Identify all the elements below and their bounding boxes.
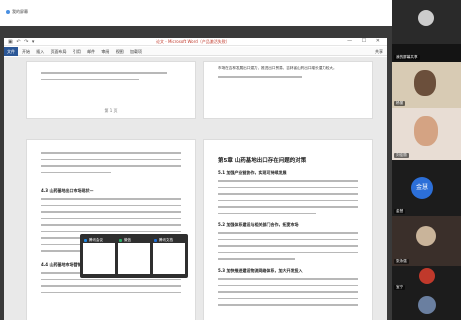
file-tab[interactable]: 文件	[4, 47, 18, 56]
document-title: 论文 - Microsoft Word（产品激活失败）	[156, 39, 230, 44]
wechat-app-icon	[119, 238, 122, 242]
avatar	[419, 268, 435, 284]
quick-access-toolbar[interactable]: ▣ ↶ ↷ ▾	[8, 39, 35, 45]
page-bottom-left: 4.3 山药基地出口市场现状— 4.4 山药基地市场营销现状	[26, 139, 196, 320]
participant-name: 杨丽	[394, 101, 406, 106]
participants-panel: 我的屏幕共享 杨丽 刘佳丽 金慧 金慧 张永强 宝宁	[392, 0, 461, 320]
tab-mailings[interactable]: 邮件	[87, 49, 95, 54]
tab-references[interactable]: 引用	[73, 49, 81, 54]
section-heading: 5.1 加强产业链协作，实现可持续发展	[218, 170, 287, 175]
tab-addins[interactable]: 加载项	[130, 49, 142, 54]
participant-tile[interactable]: 杨丽	[392, 62, 461, 108]
tab-review[interactable]: 审阅	[101, 49, 109, 54]
participant-name: 金慧	[394, 209, 406, 214]
participant-name: 张永强	[394, 259, 409, 264]
participant-tile[interactable]: 张永强	[392, 216, 461, 266]
ribbon-tabs: 文件 开始 插入 页面布局 引用 邮件 审阅 视图 加载项 共享	[4, 47, 387, 56]
shared-screen: ▣ ↶ ↷ ▾ 论文 - Microsoft Word（产品激活失败） — ☐ …	[4, 38, 387, 320]
preview-meeting[interactable]: 腾讯会议	[83, 237, 115, 275]
window-controls[interactable]: — ☐ ✕	[347, 38, 384, 44]
avatar	[418, 10, 434, 26]
share-indicator-icon	[6, 10, 10, 14]
page-bottom-right: 第5章 山药基地出口存在问题的对策 5.1 加强产业链协作，实现可持续发展 5.…	[203, 139, 373, 320]
participant-tile[interactable]: 刘佳丽	[392, 108, 461, 160]
avatar: 金慧	[411, 177, 433, 199]
meeting-app-icon	[84, 238, 87, 242]
participant-name: 刘佳丽	[394, 153, 409, 158]
tab-view[interactable]: 视图	[116, 49, 124, 54]
docs-app-icon	[154, 238, 157, 242]
page-top-right: 市场在吉林发展出口潜力，推进出口贸易，吉林省山药出口增长潜力较大。	[203, 61, 373, 119]
avatar	[418, 296, 436, 314]
taskbar-preview-popup: 腾讯会议 微信 腾讯文档	[80, 234, 188, 278]
page-text-line: 市场在吉林发展出口潜力，推进出口贸易，吉林省山药出口增长潜力较大。	[218, 66, 337, 70]
chapter-heading: 第5章 山药基地出口存在问题的对策	[218, 158, 307, 164]
tab-layout[interactable]: 页面布局	[51, 49, 67, 54]
document-canvas[interactable]: 第 1 页 市场在吉林发展出口潜力，推进出口贸易，吉林省山药出口增长潜力较大。 …	[4, 57, 387, 320]
page-top-left: 第 1 页	[26, 61, 196, 119]
tab-home[interactable]: 开始	[22, 49, 30, 54]
section-heading: 5.3 加快推进建设物流网络体系，加大开发投入	[218, 268, 303, 273]
participant-tile[interactable]	[392, 0, 461, 44]
word-title-bar: ▣ ↶ ↷ ▾ 论文 - Microsoft Word（产品激活失败） — ☐ …	[4, 38, 387, 46]
avatar	[414, 116, 438, 146]
ribbon-tab-list: 开始 插入 页面布局 引用 邮件 审阅 视图 加载项	[22, 49, 142, 55]
page-number: 第 1 页	[104, 108, 118, 113]
participant-name: 宝宁	[394, 285, 406, 290]
participant-name: 我的屏幕共享	[394, 55, 420, 60]
tab-insert[interactable]: 插入	[36, 49, 44, 54]
avatar	[414, 70, 436, 96]
participant-tile[interactable]: 宝宁	[392, 266, 461, 320]
avatar	[416, 226, 436, 246]
call-title: 我的屏幕	[6, 9, 28, 15]
section-heading: 4.3 山药基地出口市场现状—	[41, 188, 94, 193]
section-heading: 5.2 加强体系建设与相关部门合作，拓宽市场	[218, 222, 299, 227]
share-button[interactable]: 共享	[375, 49, 383, 55]
participant-tile[interactable]: 我的屏幕共享	[392, 44, 461, 62]
preview-docs[interactable]: 腾讯文档	[153, 237, 185, 275]
preview-wechat[interactable]: 微信	[118, 237, 150, 275]
